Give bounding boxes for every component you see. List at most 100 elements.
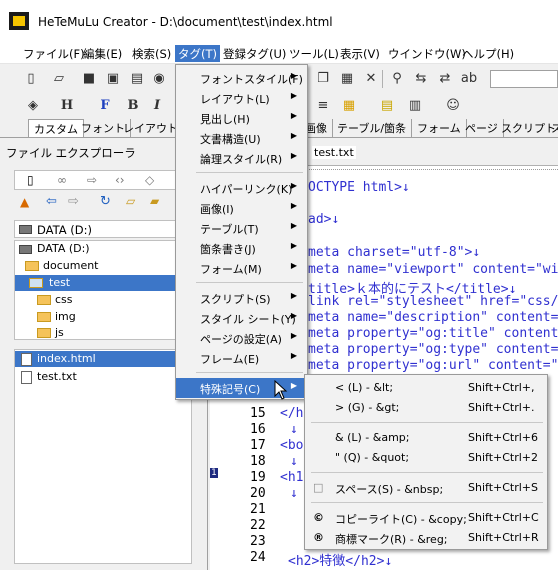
code-line: meta property="og:type" content= xyxy=(308,342,558,357)
menu-item-quot[interactable]: " (Q) - &quot; Shift+Ctrl+2 xyxy=(305,448,547,468)
menu-item-page-settings[interactable]: ページの設定(A) ▶ xyxy=(176,328,307,348)
file-tab-icon[interactable]: ▯ xyxy=(27,173,34,187)
back-icon[interactable]: ⇦ xyxy=(46,194,57,209)
line-number: 15 xyxy=(250,406,266,421)
menu-item-logical-style[interactable]: 論理スタイル(R) ▶ xyxy=(176,148,307,168)
forward-icon[interactable]: ⇨ xyxy=(68,194,79,209)
tab-table[interactable]: テーブル/箇条 xyxy=(332,119,413,137)
find-prev-icon[interactable]: ⇆ xyxy=(412,70,430,88)
menu-file[interactable]: ファイル(F) xyxy=(20,45,88,62)
new-file-icon[interactable]: ▯ xyxy=(22,70,40,88)
menu-item-frame[interactable]: フレーム(E) ▶ xyxy=(176,348,307,368)
heading-icon[interactable]: H xyxy=(58,97,76,115)
tab-form[interactable]: フォーム xyxy=(412,119,467,137)
folder-icon xyxy=(37,295,51,305)
drive-icon xyxy=(19,245,32,254)
menu-item-amp[interactable]: & (L) - &amp; Shift+Ctrl+6 xyxy=(305,428,547,448)
search-input[interactable] xyxy=(490,70,558,88)
code-tab-icon[interactable]: ‹› xyxy=(115,173,125,187)
menu-item-gt[interactable]: > (G) - &gt; Shift+Ctrl+. xyxy=(305,398,547,418)
tab-more[interactable]: ス xyxy=(546,119,558,137)
menu-window[interactable]: ウインドウ(W) xyxy=(385,45,469,62)
explorer-toolbar: ▲ ⇦ ⇨ ↻ ▱ ▰ xyxy=(14,192,192,214)
menu-item-reg[interactable]: ® 商標マーク(R) - &reg; Shift+Ctrl+R xyxy=(305,528,547,548)
menu-item-image[interactable]: 画像(I) ▶ xyxy=(176,198,307,218)
bold-icon[interactable]: B xyxy=(124,97,142,115)
submenu-arrow-icon: ▶ xyxy=(290,351,297,360)
menu-item-font-style[interactable]: フォントスタイル(F) ▶ xyxy=(176,68,307,88)
menu-item-stylesheet[interactable]: スタイル シート(Y) ▶ xyxy=(176,308,307,328)
open-folder-icon-2[interactable]: ▱ xyxy=(126,194,135,208)
file-item-test-txt[interactable]: test.txt xyxy=(15,369,191,385)
browser-icon[interactable]: ◉ xyxy=(150,70,168,88)
menu-item-nbsp[interactable]: □ スペース(S) - &nbsp; Shift+Ctrl+S xyxy=(305,478,547,498)
editor-tab-test-txt[interactable]: test.txt xyxy=(312,146,356,159)
submenu-arrow-icon: ▶ xyxy=(290,291,297,300)
list-icon[interactable]: ▤ xyxy=(378,97,396,115)
font-icon[interactable]: F xyxy=(96,97,114,115)
submenu-arrow-icon: ▶ xyxy=(290,91,297,100)
save-all-icon[interactable]: ▣ xyxy=(104,70,122,88)
line-number: 22 xyxy=(250,518,266,533)
align-icon[interactable]: ≡ xyxy=(314,97,332,115)
link-tab-icon[interactable]: ∞ xyxy=(57,173,67,187)
menu-item-list[interactable]: 箇条書き(J) ▶ xyxy=(176,238,307,258)
menu-help[interactable]: ヘルプ(H) xyxy=(459,45,517,62)
menu-registered-tag[interactable]: 登録タグ(U) xyxy=(220,45,289,62)
menu-tag[interactable]: タグ(T) xyxy=(175,45,220,62)
menu-item-form[interactable]: フォーム(M) ▶ xyxy=(176,258,307,278)
code-line: meta property="og:url" content=" xyxy=(308,358,558,373)
space-icon: □ xyxy=(313,481,324,494)
new-folder-icon[interactable]: ▰ xyxy=(150,194,159,208)
print-icon[interactable]: ▤ xyxy=(128,70,146,88)
menu-item-script[interactable]: スクリプト(S) ▶ xyxy=(176,288,307,308)
tree-item-test[interactable]: test xyxy=(15,275,191,291)
tree-item-document[interactable]: document xyxy=(15,258,191,274)
file-list: index.html test.txt xyxy=(14,349,192,564)
menu-edit[interactable]: 編集(E) xyxy=(80,45,125,62)
menu-item-table[interactable]: テーブル(T) ▶ xyxy=(176,218,307,238)
menu-item-layout[interactable]: レイアウト(L) ▶ xyxy=(176,88,307,108)
tag-tab-icon[interactable]: ◇ xyxy=(145,173,154,187)
tree-item-js[interactable]: js xyxy=(15,325,191,341)
drive-select[interactable]: DATA (D:) xyxy=(14,220,192,238)
emoji-icon[interactable]: ☺ xyxy=(444,97,462,115)
file-item-index-html[interactable]: index.html xyxy=(15,351,191,367)
submenu-arrow-icon: ▶ xyxy=(290,261,297,270)
delete-icon[interactable]: ✕ xyxy=(362,70,380,88)
color-picker-icon[interactable]: ◈ xyxy=(24,97,42,115)
menu-view[interactable]: 表示(V) xyxy=(337,45,383,62)
menu-item-hyperlink[interactable]: ハイパーリンク(K) ▶ xyxy=(176,178,307,198)
tree-item-drive[interactable]: DATA (D:) xyxy=(15,241,191,257)
code-line: OCTYPE html>↓ xyxy=(308,180,410,195)
menu-item-heading[interactable]: 見出し(H) ▶ xyxy=(176,108,307,128)
tree-item-css[interactable]: css xyxy=(15,292,191,308)
line-number: 24 xyxy=(250,550,266,565)
find-next-icon[interactable]: ⇄ xyxy=(436,70,454,88)
line-number: 18 xyxy=(250,454,266,469)
list-number-icon[interactable]: ▥ xyxy=(406,97,424,115)
save-icon[interactable]: ■ xyxy=(80,70,98,88)
menu-item-copy[interactable]: © コピーライト(C) - &copy; Shift+Ctrl+C xyxy=(305,508,547,528)
menu-tools[interactable]: ツール(L) xyxy=(286,45,342,62)
line-number: 20 xyxy=(250,486,266,501)
find-icon[interactable]: ⚲ xyxy=(388,70,406,88)
table-icon[interactable]: ▦ xyxy=(340,97,358,115)
replace-icon[interactable]: ab xyxy=(460,70,478,88)
menu-item-structure[interactable]: 文書構造(U) ▶ xyxy=(176,128,307,148)
refresh-icon[interactable]: ↻ xyxy=(100,194,111,209)
open-folder-icon[interactable]: ▱ xyxy=(50,70,68,88)
menu-search[interactable]: 検索(S) xyxy=(129,45,174,62)
special-chars-submenu: < (L) - &lt; Shift+Ctrl+, > (G) - &gt; Shi… xyxy=(304,374,548,550)
copy-icon[interactable]: ❐ xyxy=(314,70,332,88)
line-number: 21 xyxy=(250,502,266,517)
submenu-arrow-icon: ▶ xyxy=(290,71,297,80)
paste-icon[interactable]: ▦ xyxy=(338,70,356,88)
menu-item-lt[interactable]: < (L) - &lt; Shift+Ctrl+, xyxy=(305,378,547,398)
italic-icon[interactable]: I xyxy=(148,97,166,115)
up-folder-icon[interactable]: ▲ xyxy=(20,195,29,209)
tree-item-img[interactable]: img xyxy=(15,309,191,325)
arrow-tab-icon[interactable]: ⇨ xyxy=(87,173,97,187)
mouse-cursor-icon xyxy=(274,380,288,400)
code-line: ↓ xyxy=(290,454,298,469)
